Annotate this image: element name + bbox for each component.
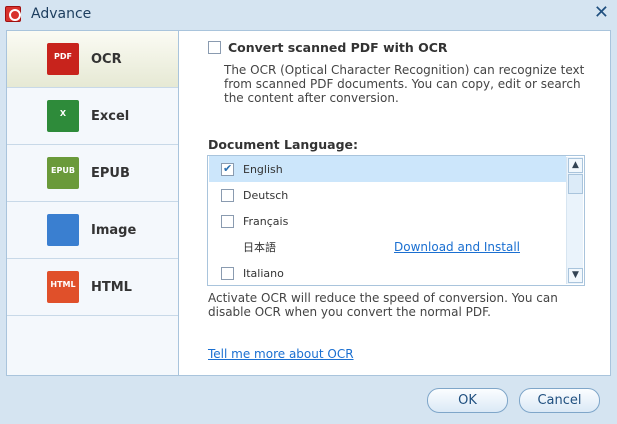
sidebar-item-label: Image	[91, 222, 137, 238]
download-install-link[interactable]: Download and Install	[394, 240, 520, 254]
language-item[interactable]: Italiano	[209, 260, 566, 285]
sidebar-item-html[interactable]: HTML HTML	[7, 259, 178, 316]
scroll-up-icon[interactable]: ▲	[568, 158, 583, 173]
sidebar-item-label: Excel	[91, 108, 130, 124]
language-name: 日本語	[243, 241, 276, 254]
icon-text: EPUB	[51, 166, 75, 175]
html-icon: HTML	[47, 271, 79, 303]
ocr-description: The OCR (Optical Character Recognition) …	[224, 63, 585, 105]
language-item[interactable]: 日本語 Download and Install	[209, 234, 566, 260]
language-checkbox[interactable]	[221, 188, 234, 202]
icon-text: HTML	[50, 280, 76, 289]
close-button[interactable]: ✕	[594, 2, 609, 23]
icon-text: PDF	[54, 52, 72, 61]
sidebar-item-image[interactable]: Image	[7, 202, 178, 259]
language-checkbox[interactable]	[221, 266, 234, 280]
language-list: Italiano 日本語 Download and Install Français D…	[207, 155, 585, 286]
epub-icon: EPUB	[47, 157, 79, 189]
ocr-checkbox-row[interactable]: Convert scanned PDF with OCR	[208, 40, 448, 55]
ocr-icon: PDF	[47, 43, 79, 75]
scrollbar[interactable]: ▲ ▼	[566, 157, 583, 284]
sidebar-item-ocr[interactable]: PDF OCR	[7, 31, 178, 88]
language-name: Français	[243, 214, 289, 228]
ocr-checkbox-label: Convert scanned PDF with OCR	[228, 40, 448, 55]
cancel-button[interactable]: Cancel	[519, 388, 600, 413]
language-name: English	[243, 162, 283, 176]
ocr-checkbox[interactable]	[208, 41, 221, 54]
language-item[interactable]: Français	[209, 208, 566, 234]
sidebar-item-label: EPUB	[91, 165, 130, 181]
scroll-down-icon[interactable]: ▼	[568, 268, 583, 283]
ok-button[interactable]: OK	[427, 388, 508, 413]
ocr-more-link[interactable]: Tell me more about OCR	[208, 347, 354, 361]
scroll-thumb[interactable]	[568, 174, 583, 194]
sidebar-item-label: HTML	[91, 279, 132, 295]
image-icon	[47, 214, 79, 246]
excel-icon: X	[47, 100, 79, 132]
ocr-panel: Convert scanned PDF with OCR The OCR (Op…	[178, 30, 611, 376]
sidebar-item-label: OCR	[91, 51, 122, 67]
window-title: Advance	[31, 6, 92, 22]
language-name: Italiano	[243, 266, 284, 280]
app-icon	[5, 6, 21, 22]
sidebar-item-excel[interactable]: X Excel	[7, 88, 178, 145]
ocr-note: Activate OCR will reduce the speed of co…	[208, 291, 558, 319]
sidebar: PDF OCR X Excel EPUB EPUB Image HTML HTML	[6, 30, 178, 376]
language-checkbox[interactable]	[221, 162, 234, 176]
language-checkbox[interactable]	[221, 214, 234, 228]
language-name: Deutsch	[243, 188, 289, 202]
language-label: Document Language:	[208, 137, 359, 152]
language-item[interactable]: English	[209, 156, 566, 182]
icon-text: X	[59, 109, 67, 118]
title-bar: Advance ✕	[0, 0, 617, 28]
language-item[interactable]: Deutsch	[209, 182, 566, 208]
sidebar-item-epub[interactable]: EPUB EPUB	[7, 145, 178, 202]
